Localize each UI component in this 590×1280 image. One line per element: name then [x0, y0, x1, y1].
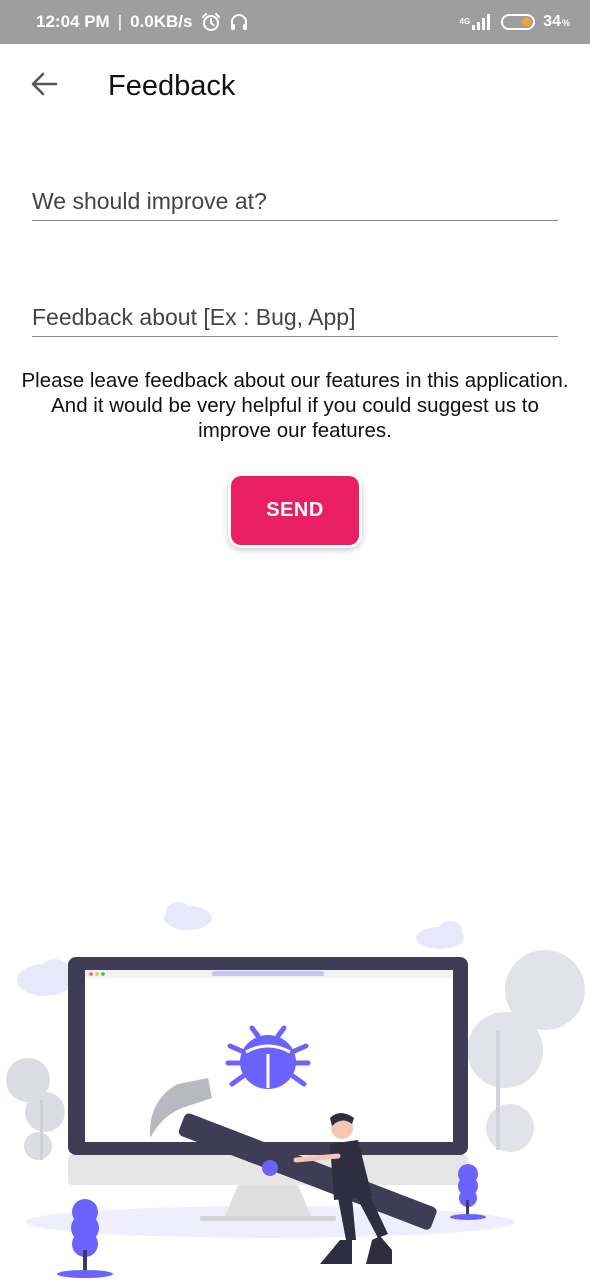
info-line: And it would be very helpful if you coul… — [51, 394, 539, 417]
cloud — [164, 902, 212, 930]
info-line: Please leave feedback about our features… — [21, 369, 569, 392]
tree-right — [467, 950, 585, 1152]
app-bar: Feedback — [0, 44, 590, 132]
bug-crumb — [262, 1160, 278, 1176]
signal-icon: 4G — [460, 13, 494, 31]
cloud — [416, 921, 464, 949]
feedback-about-input[interactable] — [32, 298, 558, 337]
url-bar — [212, 971, 324, 976]
info-text: Please leave feedback about our features… — [0, 368, 590, 443]
battery-fill — [522, 18, 532, 26]
page-title: Feedback — [108, 70, 236, 102]
tree-left — [6, 1058, 65, 1160]
battery-icon — [501, 14, 536, 30]
status-right: 4G 34% — [460, 0, 570, 44]
back-button[interactable] — [24, 66, 64, 106]
monitor-stand — [224, 1185, 312, 1218]
headphones-icon — [229, 12, 249, 32]
send-button[interactable]: SEND — [231, 476, 359, 545]
status-time: 12:04 PM — [36, 12, 110, 31]
battery-percent: 34% — [543, 13, 570, 30]
alarm-icon — [201, 12, 221, 32]
info-line: improve our features. — [198, 419, 392, 442]
network-speed: 0.0KB/s — [130, 12, 193, 31]
improve-input[interactable] — [32, 182, 558, 221]
network-type: 4G — [459, 17, 471, 26]
status-left: 12:04 PM | 0.0KB/s — [36, 0, 249, 44]
bug-fixing-illustration — [6, 902, 585, 1278]
cloud — [17, 959, 73, 996]
status-bar: 12:04 PM | 0.0KB/s 4G 34% — [0, 0, 590, 44]
status-separator: | — [117, 12, 123, 31]
arrow-left-icon — [30, 70, 58, 103]
